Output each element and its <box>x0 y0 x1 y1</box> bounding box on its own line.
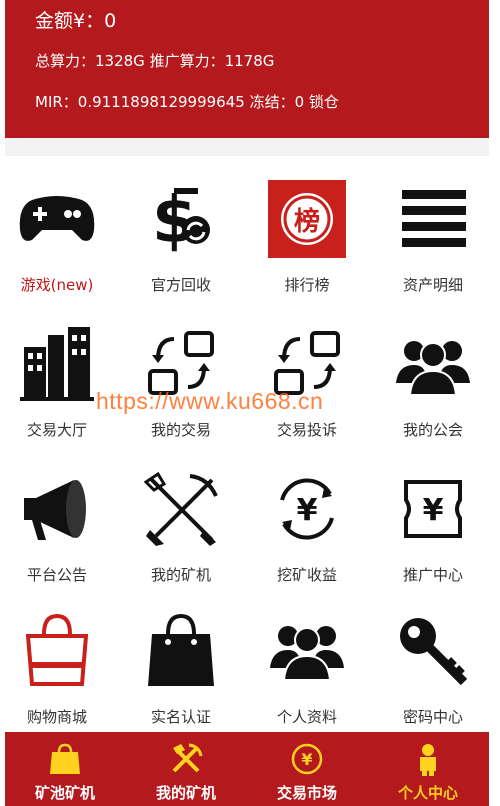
svg-text:¥: ¥ <box>297 493 318 528</box>
grid-label: 挖矿收益 <box>276 566 337 584</box>
grid-item-promotion-center[interactable]: ¥ 推广中心 <box>378 458 488 588</box>
grid-label: 交易投诉 <box>276 421 337 439</box>
bottom-tab-bar: 矿池矿机 我的矿机 ¥ 交易市场 个人中心 <box>5 732 489 806</box>
account-summary-header: 金额¥：0 总算力：1328G 推广算力：1178G MIR：0.9111898… <box>5 0 489 138</box>
people-icon <box>270 626 344 681</box>
svg-text:¥: ¥ <box>301 750 312 769</box>
section-divider <box>5 138 489 156</box>
list-lines-icon <box>402 190 466 247</box>
grid-item-trade-complaint[interactable]: 交易投诉 <box>252 313 362 443</box>
grid-item-announcements[interactable]: 平台公告 <box>2 458 112 588</box>
grid-label: 我的公会 <box>402 421 463 439</box>
grid-label: 交易大厅 <box>26 421 87 439</box>
yen-circle-icon: ¥ <box>291 743 323 775</box>
mir-balance-text: MIR：0.9111898129999645 冻结：0 锁仓 <box>35 93 339 111</box>
grid-label: 我的矿机 <box>150 566 211 584</box>
tab-label: 交易市场 <box>276 784 337 802</box>
watermark-text: https://www.ku668.cn <box>96 388 324 414</box>
tab-my-miners[interactable]: 我的矿机 <box>126 732 246 806</box>
tab-mining-pool[interactable]: 矿池矿机 <box>5 732 125 806</box>
shopping-bag-outline-icon <box>25 613 89 686</box>
grid-item-my-guild[interactable]: 我的公会 <box>378 313 488 443</box>
grid-item-my-trades[interactable]: 我的交易 <box>126 313 236 443</box>
grid-label: 排行榜 <box>284 276 330 294</box>
grid-item-mining-income[interactable]: ¥ 挖矿收益 <box>252 458 362 588</box>
bag-icon <box>50 743 80 774</box>
grid-item-my-miners[interactable]: 我的矿机 <box>126 458 236 588</box>
grid-item-profile[interactable]: 个人资料 <box>252 600 362 730</box>
grid-label: 个人资料 <box>276 708 337 726</box>
pickaxe-shovel-icon <box>143 471 218 546</box>
yen-cycle-icon: ¥ <box>280 478 334 540</box>
key-icon <box>400 618 468 686</box>
group-icon <box>396 341 470 396</box>
tab-label: 矿池矿机 <box>34 784 95 802</box>
grid-item-asset-details[interactable]: 资产明细 <box>378 168 488 298</box>
shopping-bag-filled-icon <box>148 613 214 686</box>
grid-item-ranking[interactable]: 榜 排行榜 <box>252 168 362 298</box>
grid-label: 游戏(new) <box>20 276 94 294</box>
grid-label: 推广中心 <box>402 566 463 584</box>
svg-text:¥: ¥ <box>423 493 444 528</box>
yen-ticket-icon: ¥ <box>404 480 462 538</box>
grid-item-official-recycle[interactable]: $ 官方回收 <box>126 168 236 298</box>
grid-item-password-center[interactable]: 密码中心 <box>378 600 488 730</box>
grid-label: 官方回收 <box>150 276 211 294</box>
amount-text: 金额¥：0 <box>35 10 117 32</box>
tab-personal-center[interactable]: 个人中心 <box>368 732 488 806</box>
grid-label: 实名认证 <box>150 708 211 726</box>
grid-label: 密码中心 <box>402 708 463 726</box>
megaphone-icon <box>24 480 86 540</box>
tab-trading-market[interactable]: ¥ 交易市场 <box>247 732 367 806</box>
grid-item-shopping-mall[interactable]: 购物商城 <box>2 600 112 730</box>
grid-item-trading-hall[interactable]: 交易大厅 <box>2 313 112 443</box>
grid-label: 我的交易 <box>150 421 211 439</box>
hammer-pick-icon <box>172 743 203 773</box>
buildings-icon <box>20 327 94 401</box>
grid-item-game[interactable]: 游戏(new) <box>2 168 112 298</box>
grid-label: 资产明细 <box>402 276 463 294</box>
person-icon <box>420 744 436 776</box>
dollar-recycle-icon: $ <box>152 184 210 258</box>
tab-label: 我的矿机 <box>155 784 216 802</box>
gamepad-icon <box>19 196 95 241</box>
grid-label: 购物商城 <box>26 708 87 726</box>
ranking-badge-text: 榜 <box>293 207 320 237</box>
grid-label: 平台公告 <box>26 566 87 584</box>
grid-item-real-name-auth[interactable]: 实名认证 <box>126 600 236 730</box>
hashrate-text: 总算力：1328G 推广算力：1178G <box>35 52 275 70</box>
tab-label: 个人中心 <box>397 784 458 802</box>
